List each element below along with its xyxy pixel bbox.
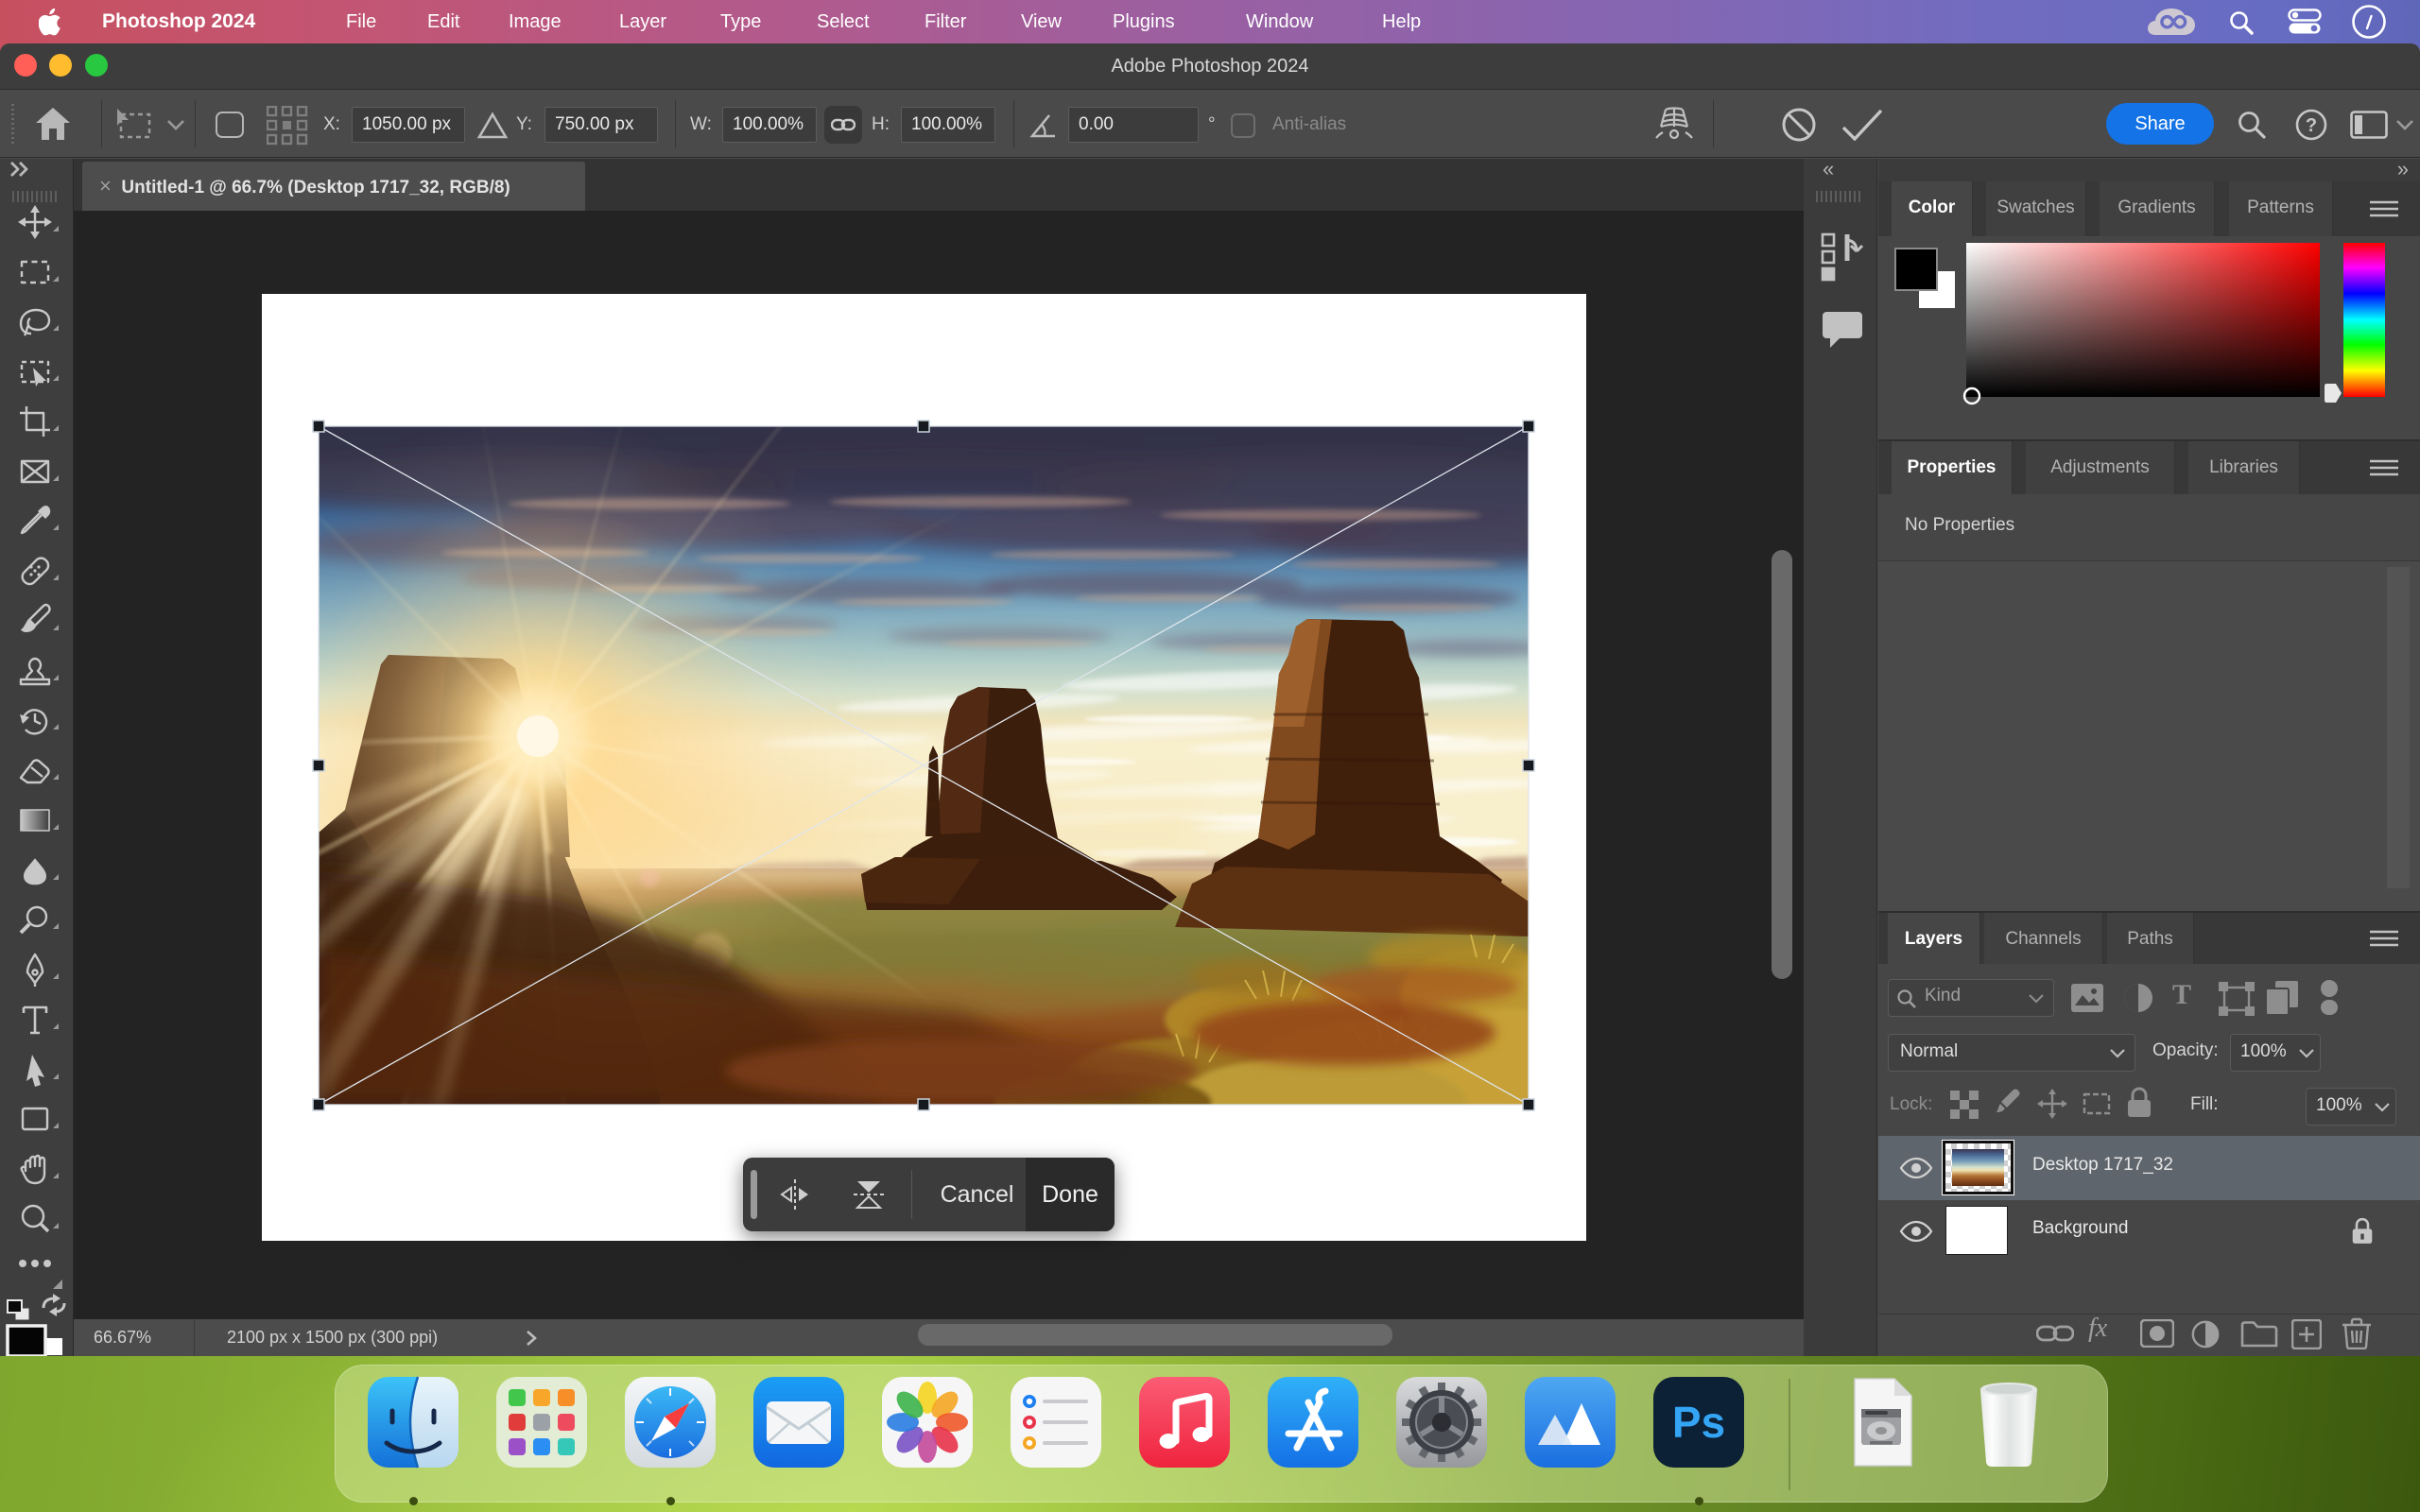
svg-text:?: ? xyxy=(2306,115,2317,136)
svg-text:Ps: Ps xyxy=(1672,1398,1725,1447)
